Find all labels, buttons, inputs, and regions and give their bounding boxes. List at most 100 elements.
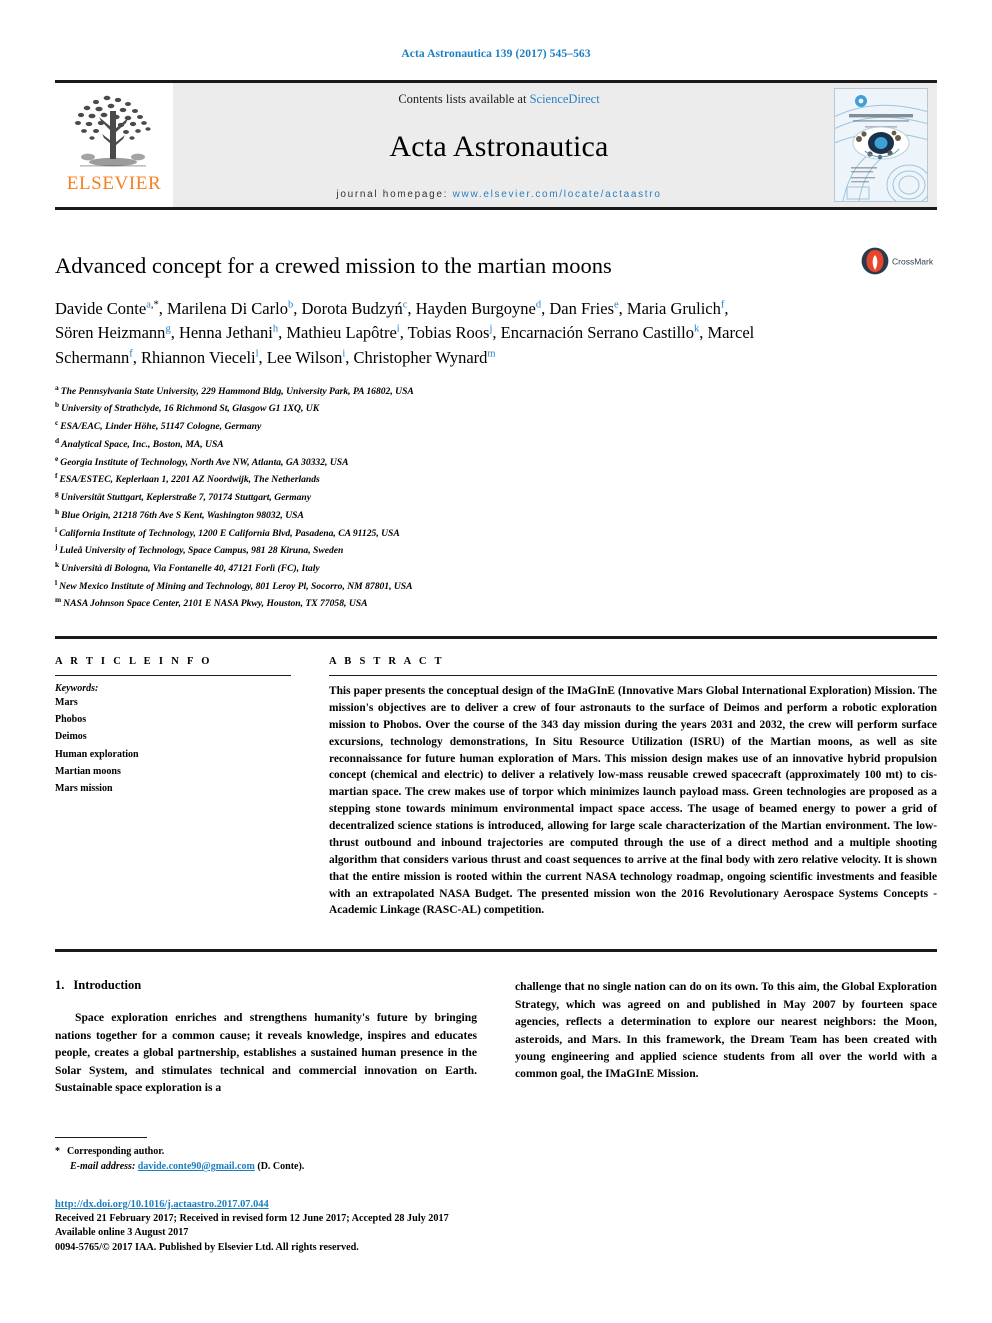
affiliation-text: Blue Origin, 21218 76th Ave S Kent, Wash… — [61, 509, 304, 521]
corresponding-author-mark: ,* — [150, 299, 159, 311]
article-info-heading: A R T I C L E I N F O — [55, 656, 213, 668]
copyright-line: 0094-5765/© 2017 IAA. Published by Elsev… — [55, 1241, 359, 1253]
info-divider-rule — [55, 636, 937, 640]
author-affiliation-mark: i — [396, 323, 400, 335]
affiliation-item: a The Pennsylvania State University, 229 … — [55, 382, 937, 400]
article-page: Acta Astronautica 139 (2017) 545–563 ELS… — [0, 0, 992, 1323]
author-affiliation-mark: f — [129, 348, 133, 359]
author-name: Sören Heizmann — [55, 323, 166, 343]
title-row: Advanced concept for a crewed mission to… — [55, 247, 937, 279]
section-number: 1. — [55, 978, 65, 993]
affiliation-text: Analytical Space, Inc., Boston, MA, USA — [61, 439, 224, 451]
publisher-logo: ELSEVIER — [55, 83, 173, 207]
author-affiliation-mark: m — [487, 348, 496, 359]
abstract-heading: A B S T R A C T — [329, 656, 445, 668]
author-affiliation-mark: b — [287, 299, 294, 311]
affiliation-text: ESA/ESTEC, Keplerlaan 1, 2201 AZ Noordwi… — [59, 474, 320, 486]
author-name: Hayden Burgoyne — [415, 299, 536, 318]
author-name: Dan Fries — [549, 299, 614, 318]
affiliation-item: d Analytical Space, Inc., Boston, MA, USA — [55, 435, 937, 453]
running-head: Acta Astronautica 139 (2017) 545–563 — [401, 48, 591, 60]
crossmark-badge-icon: CrossMark — [861, 247, 933, 275]
body-paragraph-right: challenge that no single nation can do o… — [515, 980, 937, 1081]
affiliation-mark: j — [55, 542, 58, 552]
homepage-url[interactable]: www.elsevier.com/locate/actaastro — [453, 189, 662, 200]
author-affiliation-mark: i — [342, 348, 346, 359]
elsevier-tree-icon — [75, 95, 151, 167]
body-paragraph-left: Space exploration enriches and strengthe… — [55, 1011, 477, 1094]
affiliation-text: New Mexico Institute of Mining and Techn… — [59, 580, 413, 592]
abstract-column: A B S T R A C T This paper presents the … — [329, 656, 937, 919]
email-label: E-mail address: — [70, 1161, 136, 1173]
author-name: Lee Wilson — [266, 347, 343, 367]
abstract-divider-rule — [55, 949, 937, 953]
keywords-label: Keywords: — [55, 683, 99, 695]
affiliation-item: e Georgia Institute of Technology, North … — [55, 453, 937, 471]
journal-homepage-line: journal homepage: www.elsevier.com/locat… — [173, 189, 825, 200]
author-name: Christopher Wynard — [353, 347, 488, 367]
corresponding-author-note: * Corresponding author. — [55, 1144, 475, 1160]
affiliation-mark: e — [55, 453, 59, 463]
author-affiliation-mark: e — [614, 299, 619, 311]
affiliation-text: The Pennsylvania State University, 229 H… — [60, 385, 414, 397]
author-affiliation-mark: g — [165, 323, 171, 335]
author-affiliation-mark: f — [720, 299, 725, 311]
affiliation-item: k Università di Bologna, Via Fontanelle 4… — [55, 559, 937, 577]
author-affiliation-mark: d — [535, 299, 542, 311]
email-link[interactable]: davide.conte90@gmail.com — [138, 1161, 255, 1172]
author-affiliation-mark: c — [402, 299, 408, 311]
author-name: Tobias Roos — [407, 323, 490, 343]
author-name: Dorota Budzyń — [301, 299, 403, 318]
contents-available-line: Contents lists available at ScienceDirec… — [173, 92, 825, 107]
author-list: Davide Contea,*, Marilena Di Carlob, Dor… — [55, 299, 755, 367]
affiliation-mark: l — [55, 577, 58, 587]
info-abstract-section: A R T I C L E I N F O Keywords: Mars Phob… — [55, 656, 937, 919]
journal-cover — [825, 83, 937, 207]
author-name: Maria Grulich — [626, 299, 721, 318]
keyword-item: Mars — [55, 697, 78, 709]
affiliation-mark: f — [55, 471, 58, 481]
received-line: Received 21 February 2017; Received in r… — [55, 1212, 449, 1224]
crossmark-badge[interactable]: CrossMark — [861, 246, 937, 276]
author-affiliation-mark: j — [489, 323, 493, 335]
journal-masthead: ELSEVIER Contents lists available at Sci… — [55, 80, 937, 210]
author-name: Mathieu Lapôtre — [286, 323, 397, 343]
author-affiliation-mark: h — [272, 323, 279, 335]
keywords-list: Mars Phobos Deimos Human exploration Martian… — [55, 694, 291, 797]
affiliation-item: g Universität Stuttgart, Keplerstraße 7, … — [55, 488, 937, 506]
author-name: Henna Jethani — [178, 323, 273, 343]
publication-block: http://dx.doi.org/10.1016/j.actaastro.20… — [55, 1199, 475, 1255]
affiliation-mark: c — [55, 418, 59, 428]
affiliation-mark: k — [55, 559, 60, 569]
corresponding-star: * — [55, 1145, 60, 1157]
sciencedirect-link[interactable]: ScienceDirect — [530, 92, 600, 106]
abstract-text: This paper presents the conceptual desig… — [329, 685, 937, 917]
page-footer: * Corresponding author. E-mail address: d… — [55, 1136, 475, 1255]
affiliation-list: a The Pennsylvania State University, 229 … — [55, 382, 937, 612]
affiliation-item: j Luleå University of Technology, Space C… — [55, 541, 937, 559]
keyword-item: Human exploration — [55, 748, 139, 760]
affiliation-text: Università di Bologna, Via Fontanelle 40… — [61, 563, 320, 575]
body-column-right: challenge that no single nation can do o… — [515, 978, 937, 1096]
keyword-item: Deimos — [55, 731, 87, 743]
available-online-line: Available online 3 August 2017 — [55, 1227, 189, 1239]
keyword-item: Mars mission — [55, 783, 113, 795]
affiliation-item: f ESA/ESTEC, Keplerlaan 1, 2201 AZ Noordw… — [55, 470, 937, 488]
corresponding-label: Corresponding author. — [67, 1145, 165, 1157]
author-name: Rhiannon Vieceli — [140, 347, 256, 367]
affiliation-text: Georgia Institute of Technology, North A… — [60, 456, 349, 468]
section-heading: 1. Introduction — [55, 978, 477, 993]
homepage-label: journal homepage: — [336, 189, 449, 200]
svg-text:CrossMark: CrossMark — [892, 257, 933, 267]
footnote-rule — [55, 1136, 147, 1138]
affiliation-item: h Blue Origin, 21218 76th Ave S Kent, Was… — [55, 506, 937, 524]
author-name: Davide Conte — [55, 299, 147, 318]
contents-prefix: Contents lists available at — [398, 92, 527, 106]
doi-link[interactable]: http://dx.doi.org/10.1016/j.actaastro.20… — [55, 1199, 475, 1210]
affiliation-item: c ESA/EAC, Linder Höhe, 51147 Cologne, Ge… — [55, 417, 937, 435]
body-columns: 1. Introduction Space exploration enriche… — [55, 978, 937, 1096]
article-info-rule — [55, 675, 291, 677]
email-note: E-mail address: davide.conte90@gmail.com… — [55, 1159, 475, 1175]
affiliation-item: i California Institute of Technology, 120… — [55, 524, 937, 542]
author-name: Marilena Di Carlo — [166, 299, 288, 318]
